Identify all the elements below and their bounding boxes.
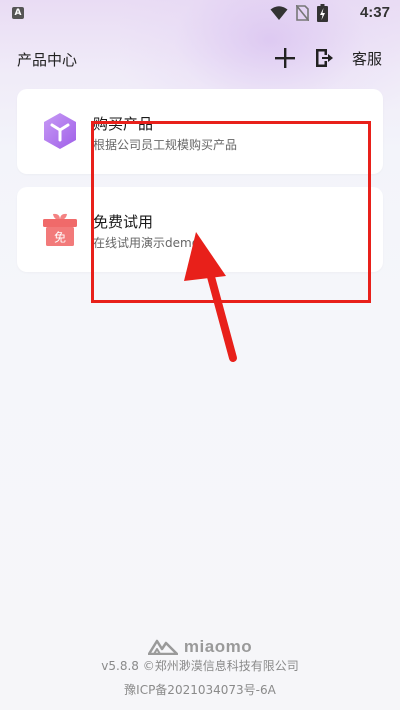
- exit-icon: [315, 49, 333, 67]
- footer-version: v5.8.8 ©郑州渺漠信息科技有限公司: [101, 659, 299, 673]
- status-icons: [270, 4, 328, 22]
- footer-icp: 豫ICP备2021034073号-6A: [124, 683, 276, 697]
- cube-icon: [40, 111, 80, 151]
- customer-service-button[interactable]: 客服: [352, 48, 382, 69]
- status-time: 4:37: [359, 4, 390, 21]
- gift-icon: 免: [40, 209, 80, 249]
- miaomo-logo-icon: [147, 639, 178, 655]
- page-title: 产品中心: [17, 51, 78, 69]
- header-actions: 客服: [272, 44, 382, 72]
- status-app-icon: A: [12, 7, 24, 19]
- exit-button[interactable]: [312, 44, 336, 72]
- free-trial-card[interactable]: 免 免费试用 在线试用演示demo: [17, 187, 383, 272]
- wifi-icon: [270, 6, 288, 20]
- card-description: 在线试用演示demo: [93, 236, 200, 250]
- add-button[interactable]: [272, 44, 298, 72]
- status-bar: A 4:37: [0, 0, 400, 28]
- card-title: 购买产品: [93, 115, 154, 133]
- buy-product-card[interactable]: 购买产品 根据公司员工规模购买产品: [17, 89, 383, 174]
- gift-icon-text: 免: [54, 230, 66, 245]
- footer-logo: miaomo: [0, 637, 400, 657]
- footer-logo-text: miaomo: [183, 637, 253, 656]
- card-description: 根据公司员工规模购买产品: [93, 138, 238, 152]
- card-title: 免费试用: [93, 213, 154, 231]
- no-sim-icon: [296, 5, 309, 21]
- battery-charging-icon: [317, 4, 328, 22]
- plus-icon: [274, 48, 295, 68]
